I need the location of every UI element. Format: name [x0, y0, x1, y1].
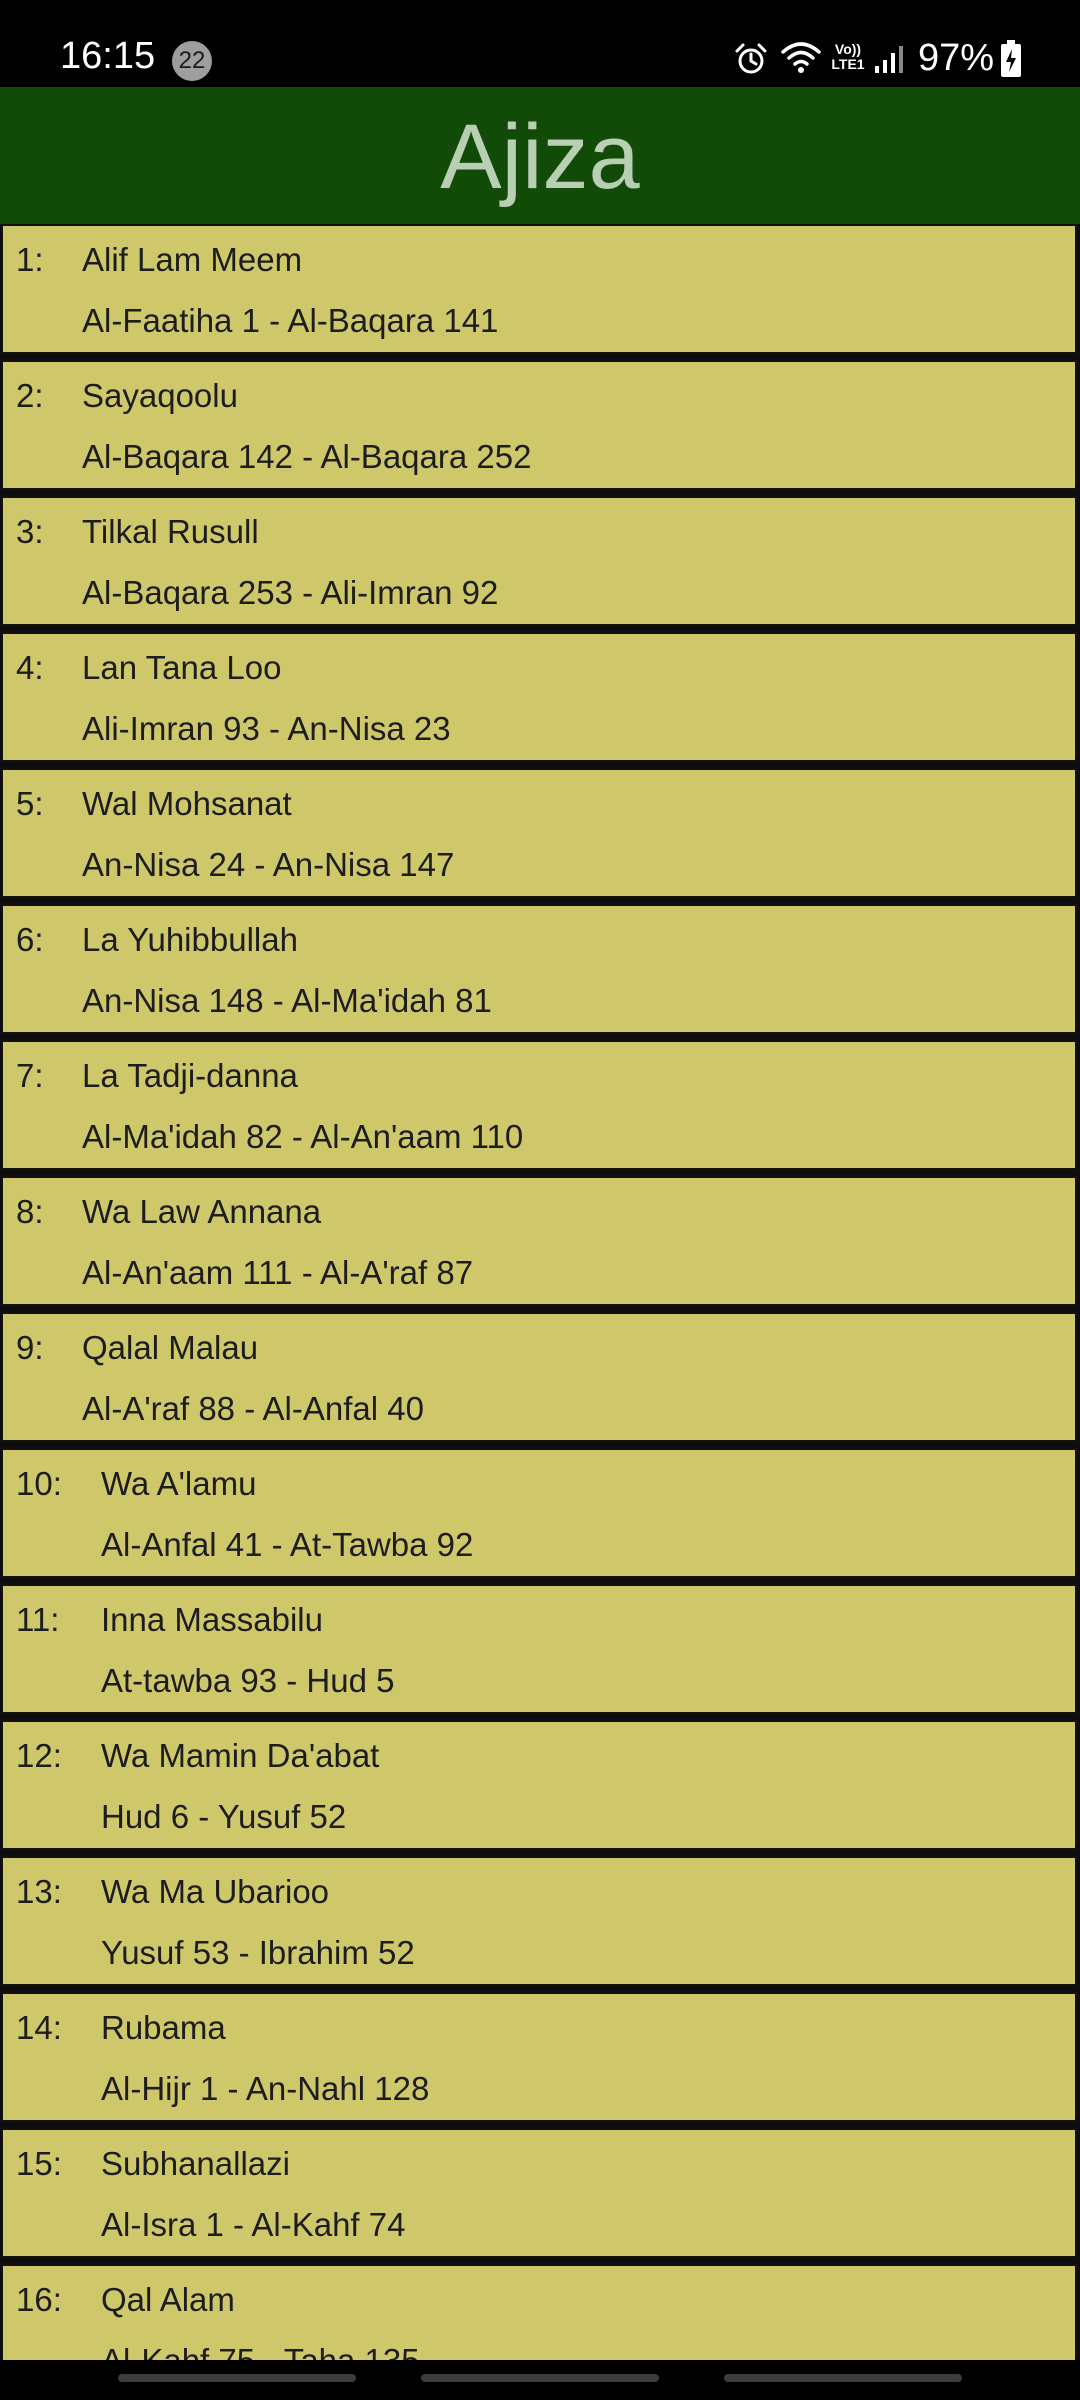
list-item[interactable]: 15: Subhanallazi Al-Isra 1 - Al-Kahf 74: [1, 2128, 1077, 2258]
juz-number: 15:: [16, 2145, 62, 2182]
list-item[interactable]: 1: Alif Lam Meem Al-Faatiha 1 - Al-Baqar…: [1, 224, 1077, 354]
juz-range: Al-Faatiha 1 - Al-Baqara 141: [82, 302, 499, 339]
list-item[interactable]: 5: Wal Mohsanat An-Nisa 24 - An-Nisa 147: [1, 768, 1077, 898]
juz-range: Al-Baqara 142 - Al-Baqara 252: [82, 438, 532, 475]
juz-name: Tilkal Rusull: [82, 513, 259, 550]
juz-number: 3:: [16, 513, 44, 550]
juz-range: Al-Anfal 41 - At-Tawba 92: [101, 1526, 474, 1563]
juz-name: Sayaqoolu: [82, 377, 238, 414]
juz-number: 7:: [16, 1057, 44, 1094]
juz-name: Wal Mohsanat: [82, 785, 292, 822]
juz-number: 1:: [16, 241, 44, 278]
juz-range: Al-Hijr 1 - An-Nahl 128: [101, 2070, 430, 2107]
recents-button[interactable]: [118, 2374, 356, 2382]
juz-name: Inna Massabilu: [101, 1601, 323, 1638]
juz-range: Hud 6 - Yusuf 52: [101, 1798, 347, 1835]
juz-number: 13:: [16, 1873, 62, 1910]
juz-name: Qalal Malau: [82, 1329, 259, 1366]
juz-name: Rubama: [101, 2009, 226, 2046]
juz-number: 12:: [16, 1737, 62, 1774]
status-bar: 16:15 22 Vo)) LTE1 97%: [0, 0, 1080, 87]
volte-icon: Vo)) LTE1: [831, 41, 865, 72]
list-item[interactable]: 2: Sayaqoolu Al-Baqara 142 - Al-Baqara 2…: [1, 360, 1077, 490]
juz-name: La Tadji-danna: [82, 1057, 298, 1094]
juz-number: 4:: [16, 649, 44, 686]
juz-name: Subhanallazi: [101, 2145, 290, 2182]
list-item[interactable]: 3: Tilkal Rusull Al-Baqara 253 - Ali-Imr…: [1, 496, 1077, 626]
juz-range: Al-A'raf 88 - Al-Anfal 40: [82, 1390, 424, 1427]
page-title: Ajiza: [440, 106, 640, 208]
list-item[interactable]: 9: Qalal Malau Al-A'raf 88 - Al-Anfal 40: [1, 1312, 1077, 1442]
juz-name: Wa Law Annana: [82, 1193, 322, 1230]
list-item[interactable]: 4: Lan Tana Loo Ali-Imran 93 - An-Nisa 2…: [1, 632, 1077, 762]
juz-number: 5:: [16, 785, 44, 822]
juz-name: Wa Ma Ubarioo: [101, 1873, 330, 1910]
list-item[interactable]: 11: Inna Massabilu At-tawba 93 - Hud 5: [1, 1584, 1077, 1714]
battery-charging-icon: [1001, 40, 1021, 77]
juz-range: Al-Ma'idah 82 - Al-An'aam 110: [82, 1118, 524, 1155]
juz-number: 10:: [16, 1465, 62, 1502]
juz-range: An-Nisa 24 - An-Nisa 147: [82, 846, 455, 883]
juz-range: Ali-Imran 93 - An-Nisa 23: [82, 710, 451, 747]
juz-name: Wa Mamin Da'abat: [101, 1737, 380, 1774]
juz-name: La Yuhibbullah: [82, 921, 298, 958]
battery-percent: 97%: [918, 37, 995, 79]
app-bar: Ajiza: [0, 87, 1080, 224]
juz-number: 9:: [16, 1329, 44, 1366]
juz-number: 16:: [16, 2281, 62, 2318]
list-item[interactable]: 14: Rubama Al-Hijr 1 - An-Nahl 128: [1, 1992, 1077, 2122]
juz-number: 14:: [16, 2009, 62, 2046]
juz-range: An-Nisa 148 - Al-Ma'idah 81: [82, 982, 492, 1019]
wifi-icon: [781, 42, 821, 73]
juz-range: Al-Baqara 253 - Ali-Imran 92: [82, 574, 499, 611]
list-item[interactable]: 13: Wa Ma Ubarioo Yusuf 53 - Ibrahim 52: [1, 1856, 1077, 1986]
list-item[interactable]: 10: Wa A'lamu Al-Anfal 41 - At-Tawba 92: [1, 1448, 1077, 1578]
juz-list[interactable]: 1: Alif Lam Meem Al-Faatiha 1 - Al-Baqar…: [0, 224, 1080, 2360]
juz-range: Al-Kahf 75 - Taha 135: [101, 2341, 420, 2360]
list-item[interactable]: 6: La Yuhibbullah An-Nisa 148 - Al-Ma'id…: [1, 904, 1077, 1034]
status-time: 16:15: [60, 35, 156, 77]
juz-range: Yusuf 53 - Ibrahim 52: [101, 1934, 415, 1971]
notification-count-badge: 22: [172, 41, 212, 81]
list-item[interactable]: 12: Wa Mamin Da'abat Hud 6 - Yusuf 52: [1, 1720, 1077, 1850]
juz-range: At-tawba 93 - Hud 5: [101, 1662, 395, 1699]
back-button[interactable]: [724, 2374, 962, 2382]
juz-name: Qal Alam: [101, 2281, 235, 2318]
juz-name: Alif Lam Meem: [82, 241, 303, 278]
juz-range: Al-An'aam 111 - Al-A'raf 87: [82, 1254, 474, 1291]
list-item[interactable]: 8: Wa Law Annana Al-An'aam 111 - Al-A'ra…: [1, 1176, 1077, 1306]
list-item[interactable]: 7: La Tadji-danna Al-Ma'idah 82 - Al-An'…: [1, 1040, 1077, 1170]
juz-number: 11:: [16, 1601, 60, 1638]
juz-range: Al-Isra 1 - Al-Kahf 74: [101, 2206, 406, 2243]
juz-name: Wa A'lamu: [101, 1465, 257, 1502]
alarm-icon: [735, 43, 767, 74]
juz-name: Lan Tana Loo: [82, 649, 282, 686]
navigation-bar: [0, 2360, 1080, 2400]
signal-icon: [875, 46, 903, 73]
juz-number: 8:: [16, 1193, 44, 1230]
juz-number: 2:: [16, 377, 44, 414]
home-button[interactable]: [421, 2374, 659, 2382]
juz-number: 6:: [16, 921, 44, 958]
list-item[interactable]: 16: Qal Alam Al-Kahf 75 - Taha 135: [1, 2264, 1077, 2360]
